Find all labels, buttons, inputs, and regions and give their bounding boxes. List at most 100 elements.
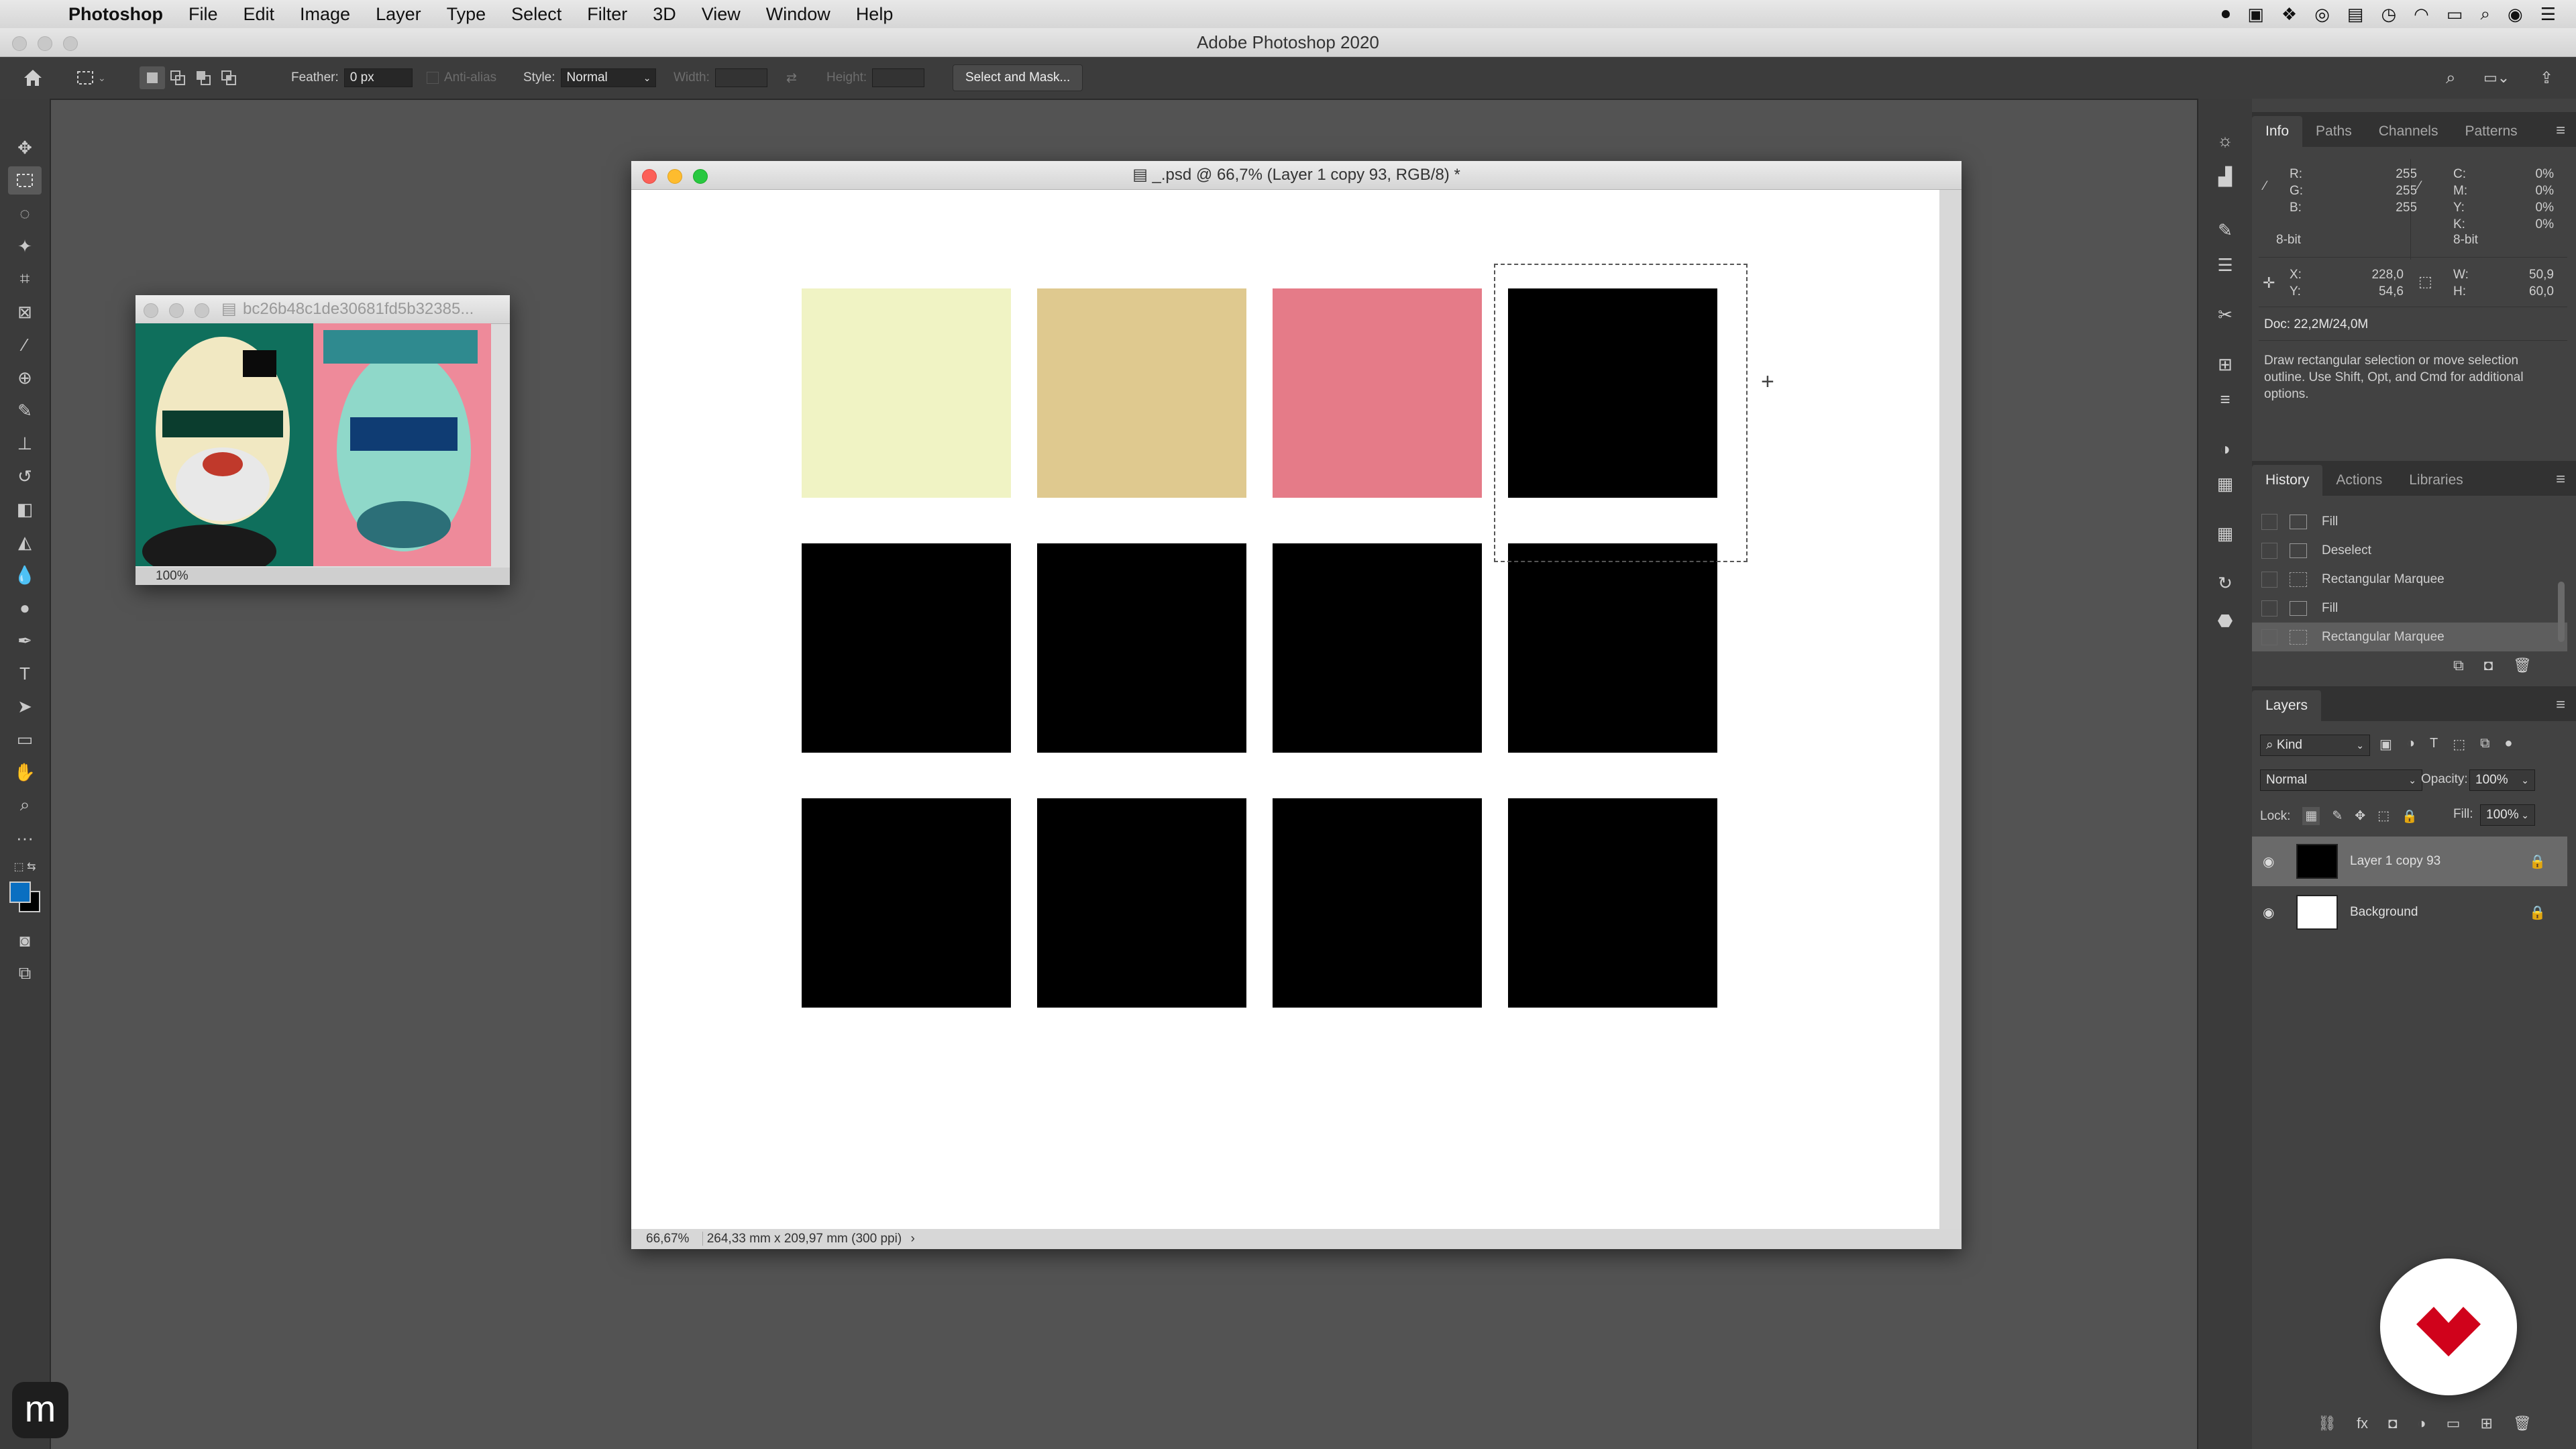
tab-actions[interactable]: Actions <box>2322 465 2396 496</box>
creative-cloud-icon[interactable]: ◎ <box>2314 4 2330 25</box>
visibility-eye-icon[interactable]: ◉ <box>2263 853 2284 870</box>
zoom-tool-icon[interactable]: ⌕ <box>8 791 42 819</box>
zoom-button[interactable] <box>195 303 209 318</box>
lasso-tool-icon[interactable]: ◌ <box>8 199 42 227</box>
rectangular-marquee-tool-icon[interactable] <box>8 166 42 195</box>
blur-tool-icon[interactable]: 💧 <box>8 561 42 589</box>
history-scrollbar[interactable] <box>2558 582 2565 642</box>
glyphs-icon[interactable]: ⊞ <box>2210 350 2240 379</box>
history-item[interactable]: Fill <box>2252 507 2567 536</box>
new-selection-icon[interactable] <box>140 66 165 89</box>
adjustments-sliders-icon[interactable]: ☰ <box>2210 250 2240 280</box>
histogram-icon[interactable]: ▟ <box>2210 162 2240 191</box>
history-state-icon[interactable]: ↻ <box>2210 568 2240 598</box>
adjustments-icon[interactable]: ◑ <box>2210 434 2240 464</box>
history-checkbox[interactable] <box>2261 542 2277 559</box>
document-zoom-value[interactable]: 66,67% <box>646 1232 689 1246</box>
lock-artboard-icon[interactable]: ⬚ <box>2377 808 2390 824</box>
subtract-selection-icon[interactable] <box>191 66 216 89</box>
zoom-button[interactable] <box>693 169 708 184</box>
select-and-mask-button[interactable]: Select and Mask... <box>953 64 1083 91</box>
antialias-checkbox[interactable] <box>427 72 439 84</box>
link-layers-icon[interactable]: ⛓ <box>2318 1415 2337 1432</box>
adjustment-layer-filter-icon[interactable]: ◑ <box>2407 736 2415 753</box>
menu-layer[interactable]: Layer <box>376 4 421 25</box>
smart-object-filter-icon[interactable]: ⧉ <box>2480 736 2489 753</box>
new-group-icon[interactable]: ▭ <box>2447 1415 2461 1432</box>
history-brush-tool-icon[interactable]: ↺ <box>8 462 42 490</box>
spotlight-search-icon[interactable]: ⌕ <box>2480 3 2490 25</box>
new-layer-icon[interactable]: ⊞ <box>2480 1415 2492 1432</box>
notification-center-icon[interactable]: ☰ <box>2540 4 2556 25</box>
adjustment-layer-icon[interactable]: ◑ <box>2417 1415 2426 1432</box>
tab-info[interactable]: Info <box>2252 116 2303 147</box>
opacity-input[interactable]: 100% ⌄ <box>2469 769 2535 791</box>
history-item-selected[interactable]: Rectangular Marquee <box>2252 623 2567 651</box>
brush-tool-icon[interactable]: ✎ <box>8 396 42 425</box>
intersect-selection-icon[interactable] <box>216 66 241 89</box>
new-document-from-state-icon[interactable]: ⧉ <box>2453 657 2464 674</box>
healing-brush-tool-icon[interactable]: ⊕ <box>8 364 42 392</box>
tool-presets-icon[interactable]: ✂ <box>2210 300 2240 329</box>
trash-icon[interactable]: 🗑 <box>2513 1415 2532 1432</box>
paint-bucket-tool-icon[interactable]: ◭ <box>8 528 42 556</box>
default-swap-colors-icon[interactable]: ⬚ ⇆ <box>8 853 42 881</box>
fx-icon[interactable]: fx <box>2357 1415 2368 1432</box>
width-input[interactable] <box>714 68 767 87</box>
document-size-info[interactable]: 264,33 mm x 209,97 mm (300 ppi) <box>702 1232 902 1246</box>
menu-image[interactable]: Image <box>300 4 350 25</box>
lock-paint-icon[interactable]: ✎ <box>2332 808 2343 824</box>
menu-3d[interactable]: 3D <box>653 4 676 25</box>
pixel-layer-filter-icon[interactable]: ▣ <box>2379 736 2392 753</box>
gradients-icon[interactable]: ▦ <box>2210 469 2240 498</box>
menu-help[interactable]: Help <box>856 4 894 25</box>
move-tool-icon[interactable]: ✥ <box>8 133 42 162</box>
tab-paths[interactable]: Paths <box>2302 116 2365 147</box>
tab-patterns[interactable]: Patterns <box>2451 116 2530 147</box>
add-selection-icon[interactable] <box>165 66 191 89</box>
history-checkbox[interactable] <box>2261 571 2277 588</box>
more-tools-icon[interactable]: ··· <box>8 824 42 852</box>
menu-edit[interactable]: Edit <box>244 4 275 25</box>
layer-row-selected[interactable]: ◉ Layer 1 copy 93 🔒 <box>2252 837 2567 886</box>
status-chevron-icon[interactable]: › <box>910 1232 914 1246</box>
history-checkbox[interactable] <box>2261 513 2277 530</box>
lock-transparent-icon[interactable]: ▦ <box>2302 807 2320 825</box>
hand-tool-icon[interactable]: ✋ <box>8 758 42 786</box>
close-button[interactable] <box>642 169 657 184</box>
siri-icon[interactable]: ◉ <box>2508 4 2523 25</box>
history-item[interactable]: Deselect <box>2252 536 2567 565</box>
tab-history[interactable]: History <box>2252 465 2323 496</box>
add-mask-icon[interactable]: ◘ <box>2388 1415 2397 1432</box>
close-button[interactable] <box>144 303 158 318</box>
share-icon[interactable]: ⇪ <box>2540 57 2553 99</box>
path-selection-tool-icon[interactable]: ➤ <box>8 692 42 720</box>
trash-icon[interactable]: 🗑 <box>2513 657 2532 674</box>
3d-cube-icon[interactable]: ⬣ <box>2210 606 2240 635</box>
style-select[interactable]: Normal ⌄ <box>560 68 656 87</box>
canvas[interactable]: + <box>631 190 1939 1230</box>
brush-settings-icon[interactable]: ✎ <box>2210 215 2240 245</box>
magic-wand-tool-icon[interactable]: ✦ <box>8 232 42 260</box>
shape-layer-filter-icon[interactable]: ⬚ <box>2453 736 2465 753</box>
pen-tool-icon[interactable]: ✒ <box>8 627 42 655</box>
panel-menu-icon[interactable]: ≡ <box>2556 121 2565 140</box>
dropbox-icon[interactable]: ❖ <box>2282 4 2297 25</box>
eyedropper-tool-icon[interactable]: ⁄ <box>8 331 42 359</box>
dodge-tool-icon[interactable]: ● <box>8 594 42 622</box>
menu-filter[interactable]: Filter <box>587 4 627 25</box>
marquee-preset-icon[interactable]: ⌄ <box>72 57 106 99</box>
vertical-scrollbar[interactable] <box>1939 190 1962 1230</box>
type-layer-filter-icon[interactable]: T <box>2430 736 2438 753</box>
minimize-button[interactable] <box>667 169 682 184</box>
menu-app-photoshop[interactable]: Photoshop <box>68 4 163 25</box>
eraser-tool-icon[interactable]: ◧ <box>8 495 42 523</box>
lock-all-icon[interactable]: 🔒 <box>2402 808 2418 824</box>
timemachine-icon[interactable]: ◷ <box>2381 4 2396 25</box>
reference-zoom-value[interactable]: 100% <box>156 569 189 583</box>
menu-window[interactable]: Window <box>766 4 830 25</box>
layer-filter-select[interactable]: ⌕ Kind ⌄ <box>2260 735 2370 756</box>
airplay-icon[interactable]: ▭ <box>2447 4 2463 25</box>
history-checkbox[interactable] <box>2261 629 2277 645</box>
tab-layers[interactable]: Layers <box>2252 690 2322 721</box>
